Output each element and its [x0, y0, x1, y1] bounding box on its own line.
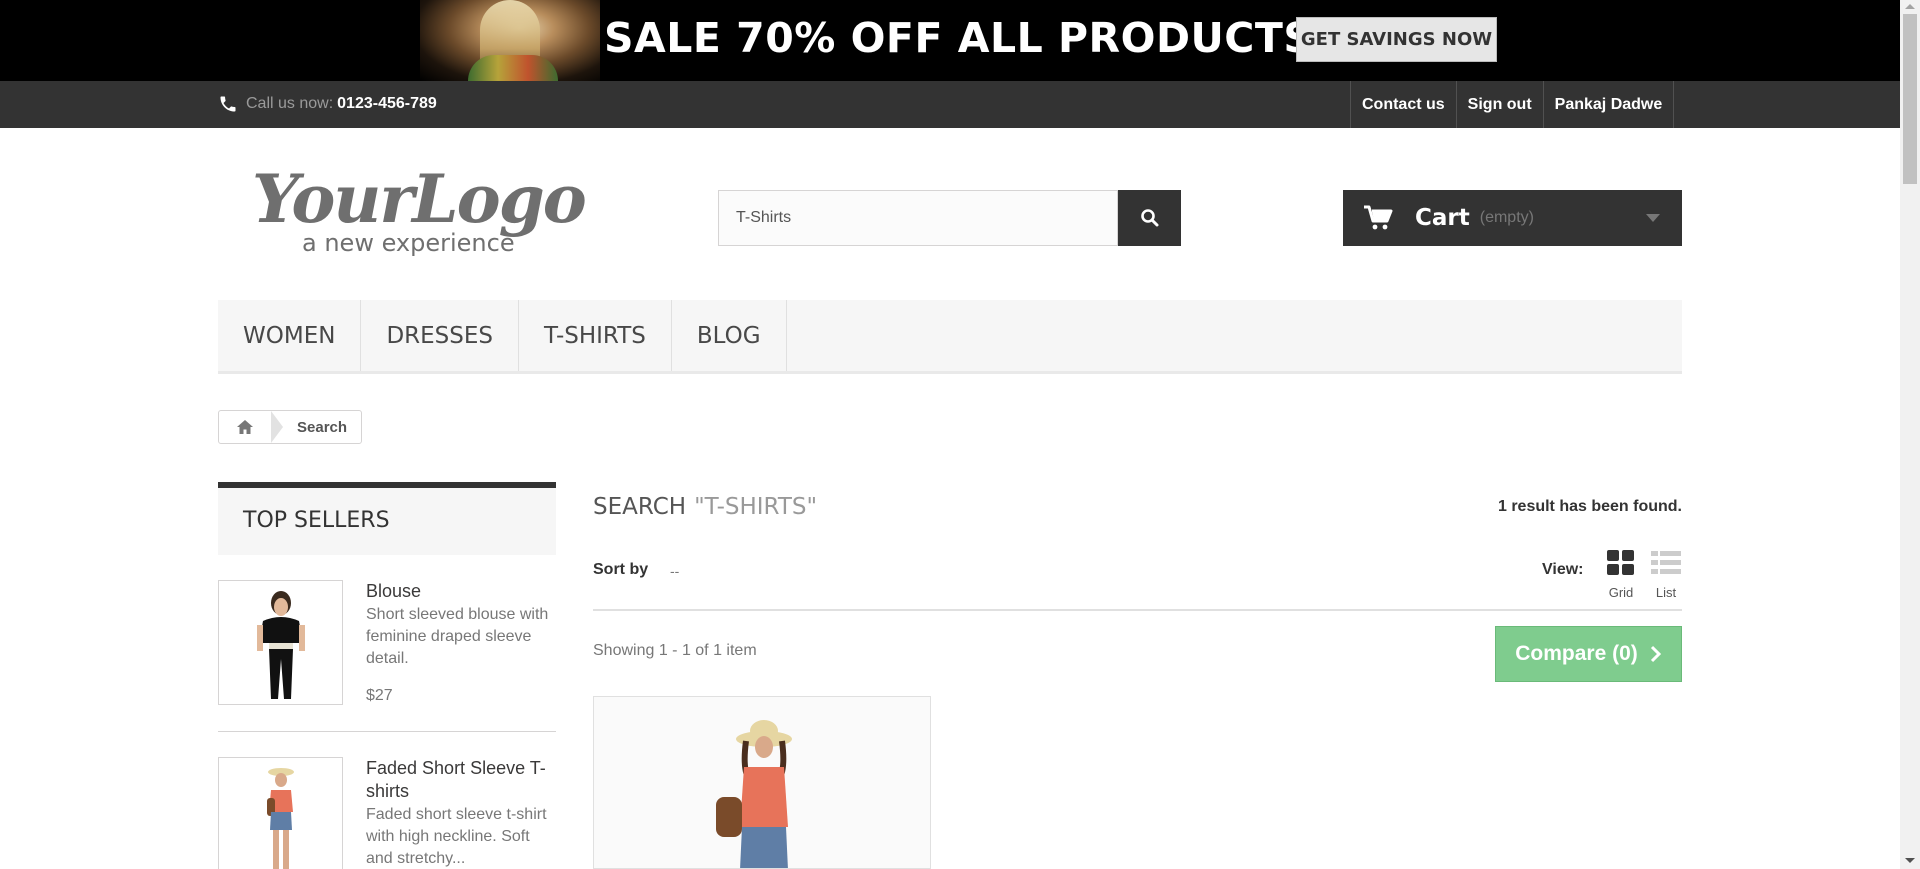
product-description: Faded short sleeve t-shirt with high nec… [366, 806, 547, 867]
compare-label: Compare (0) [1515, 642, 1638, 665]
divider [218, 731, 556, 732]
chevron-right-icon [1650, 645, 1661, 663]
logo-image: YourLogo a new experience [252, 160, 587, 257]
product-image [594, 697, 930, 868]
menu-item-tshirts[interactable]: T-shirts [519, 300, 672, 371]
main-menu: Women Dresses T-shirts Blog [218, 300, 1682, 374]
product-card[interactable] [593, 696, 931, 869]
breadcrumb: Search [218, 410, 363, 444]
grid-caption: Grid [1608, 585, 1634, 600]
page-scrollbar[interactable] [1900, 0, 1920, 869]
product-thumbnail[interactable] [218, 580, 343, 705]
banner-headline: SALE 70% OFF ALL PRODUCTS [604, 14, 1314, 62]
svg-text:YourLogo: YourLogo [252, 160, 585, 238]
list-icon [1651, 551, 1681, 574]
get-savings-button[interactable]: GET SAVINGS NOW [1296, 17, 1497, 62]
menu-item-women[interactable]: Women [218, 300, 362, 371]
call-label: Call us now: [246, 95, 334, 112]
compare-button[interactable]: Compare (0) [1495, 626, 1682, 682]
top-sellers-header: Top sellers [218, 482, 556, 555]
scroll-down-icon[interactable] [1905, 858, 1915, 863]
scroll-thumb[interactable] [1903, 14, 1917, 184]
page-title: Search "T-shirts" [593, 494, 817, 520]
account-links: Contact us Sign out Pankaj Dadwe [1350, 81, 1675, 128]
sort-select[interactable]: -- [670, 563, 679, 579]
showing-count: Showing 1 - 1 of 1 item [593, 642, 757, 659]
product-price: $27 [366, 687, 393, 704]
cart-button[interactable]: Cart (empty) [1343, 190, 1682, 246]
search-button[interactable] [1118, 190, 1181, 246]
call-number: 0123-456-789 [337, 95, 437, 112]
home-icon [237, 420, 253, 434]
breadcrumb-current: Search [297, 418, 348, 436]
list-caption: List [1655, 585, 1677, 600]
search-icon [1140, 209, 1158, 227]
scroll-up-icon[interactable] [1905, 4, 1915, 9]
product-name[interactable]: Faded Short Sleeve T-shirts [366, 757, 558, 803]
product-info: Blouse Short sleeved blouse with feminin… [366, 580, 558, 705]
promo-banner[interactable]: SALE 70% OFF ALL PRODUCTS GET SAVINGS NO… [0, 0, 1900, 81]
cart-icon [1364, 205, 1393, 230]
breadcrumb-separator [271, 411, 283, 443]
list-view-button[interactable]: List [1650, 550, 1682, 600]
svg-text:a new experience: a new experience [302, 229, 515, 257]
site-logo[interactable]: YourLogo a new experience [250, 158, 602, 258]
view-label: View: [1542, 561, 1584, 578]
divider [593, 609, 1682, 611]
call-us: Call us now: 0123-456-789 [218, 94, 437, 114]
menu-item-blog[interactable]: Blog [672, 300, 787, 371]
product-thumbnail[interactable] [218, 757, 343, 869]
grid-icon [1607, 550, 1634, 575]
breadcrumb-home[interactable] [219, 411, 271, 443]
phone-icon [220, 96, 236, 112]
menu-item-dresses[interactable]: Dresses [361, 300, 519, 371]
top-nav-bar: Call us now: 0123-456-789 Contact us Sig… [0, 81, 1900, 128]
product-description: Short sleeved blouse with feminine drape… [366, 606, 549, 667]
result-count: 1 result has been found. [1497, 498, 1682, 515]
chevron-down-icon [1646, 214, 1660, 222]
cart-label: Cart [1415, 205, 1470, 231]
sort-label: Sort by [593, 561, 649, 578]
product-info: Faded Short Sleeve T-shirts Faded short … [366, 757, 558, 869]
search-query: "T-shirts" [694, 494, 818, 520]
banner-model-image [420, 0, 600, 81]
contact-us-link[interactable]: Contact us [1350, 81, 1456, 128]
cart-status: (empty) [1479, 209, 1534, 226]
search-input[interactable]: T-Shirts [718, 190, 1118, 246]
product-name[interactable]: Blouse [366, 580, 558, 603]
account-name-link[interactable]: Pankaj Dadwe [1542, 81, 1675, 128]
top-sellers-title: Top sellers [243, 508, 390, 533]
sign-out-link[interactable]: Sign out [1455, 81, 1543, 128]
search-heading-label: Search [593, 494, 687, 520]
grid-view-button[interactable]: Grid [1606, 550, 1636, 600]
